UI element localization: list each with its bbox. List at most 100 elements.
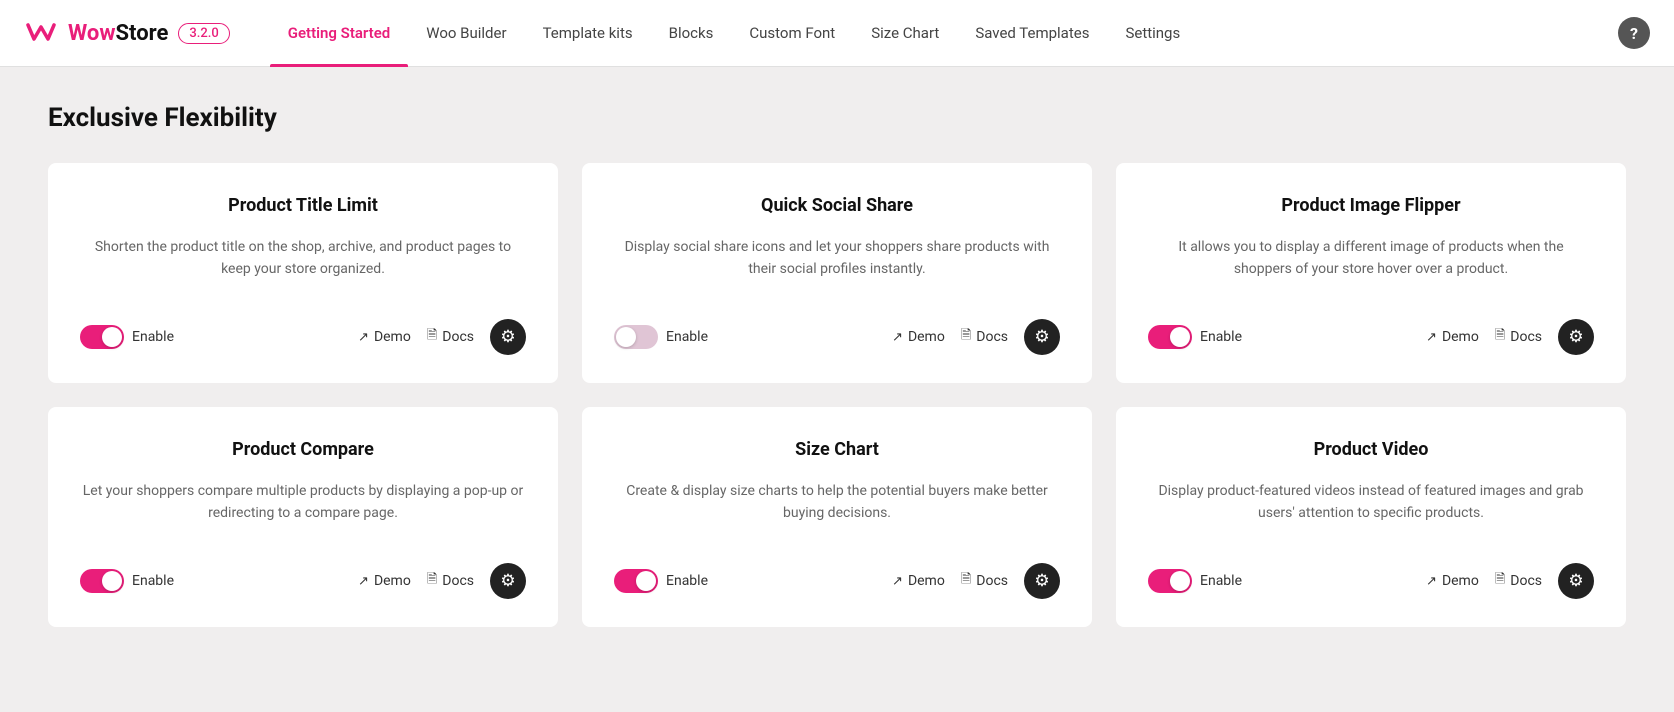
- docs-link-product-image-flipper[interactable]: 🗎 Docs: [1495, 326, 1542, 348]
- card-actions: ↗ Demo 🗎 Docs ⚙: [358, 319, 526, 355]
- card-product-image-flipper: Product Image Flipper It allows you to d…: [1116, 163, 1626, 383]
- docs-icon: 🗎: [1495, 326, 1505, 348]
- docs-label: Docs: [1510, 329, 1542, 345]
- card-title: Product Compare: [80, 439, 526, 460]
- docs-icon: 🗎: [427, 570, 437, 592]
- header-right: ?: [1618, 17, 1650, 49]
- external-link-icon: ↗: [892, 330, 903, 345]
- demo-link-product-image-flipper[interactable]: ↗ Demo: [1426, 329, 1479, 345]
- docs-label: Docs: [442, 573, 474, 589]
- toggle-wrap: Enable: [614, 325, 708, 349]
- demo-label: Demo: [374, 573, 411, 589]
- card-footer: Enable ↗ Demo 🗎 Docs ⚙: [614, 319, 1060, 355]
- nav-item-woo-builder[interactable]: Woo Builder: [408, 0, 524, 67]
- docs-icon: 🗎: [961, 326, 971, 348]
- card-actions: ↗ Demo 🗎 Docs ⚙: [892, 319, 1060, 355]
- toggle-wrap: Enable: [614, 569, 708, 593]
- card-product-title-limit: Product Title Limit Shorten the product …: [48, 163, 558, 383]
- settings-button-product-video[interactable]: ⚙: [1558, 563, 1594, 599]
- settings-button-product-compare[interactable]: ⚙: [490, 563, 526, 599]
- settings-button-product-title-limit[interactable]: ⚙: [490, 319, 526, 355]
- enable-label: Enable: [132, 573, 174, 589]
- card-quick-social-share: Quick Social Share Display social share …: [582, 163, 1092, 383]
- card-desc: It allows you to display a different ima…: [1148, 236, 1594, 291]
- nav-item-template-kits[interactable]: Template kits: [525, 0, 651, 67]
- docs-label: Docs: [976, 329, 1008, 345]
- card-desc: Create & display size charts to help the…: [614, 480, 1060, 535]
- docs-label: Docs: [442, 329, 474, 345]
- card-footer: Enable ↗ Demo 🗎 Docs ⚙: [1148, 563, 1594, 599]
- gear-icon: ⚙: [1034, 327, 1049, 347]
- docs-link-size-chart[interactable]: 🗎 Docs: [961, 570, 1008, 592]
- enable-label: Enable: [666, 329, 708, 345]
- logo: WowStore 3.2.0: [24, 19, 230, 47]
- toggle-product-video[interactable]: [1148, 569, 1192, 593]
- card-size-chart: Size Chart Create & display size charts …: [582, 407, 1092, 627]
- card-footer: Enable ↗ Demo 🗎 Docs ⚙: [80, 563, 526, 599]
- card-desc: Display social share icons and let your …: [614, 236, 1060, 291]
- toggle-quick-social-share[interactable]: [614, 325, 658, 349]
- toggle-knob: [616, 327, 636, 347]
- toggle-knob: [102, 571, 122, 591]
- demo-link-quick-social-share[interactable]: ↗ Demo: [892, 329, 945, 345]
- card-actions: ↗ Demo 🗎 Docs ⚙: [358, 563, 526, 599]
- nav-item-getting-started[interactable]: Getting Started: [270, 0, 408, 67]
- card-product-compare: Product Compare Let your shoppers compar…: [48, 407, 558, 627]
- card-actions: ↗ Demo 🗎 Docs ⚙: [892, 563, 1060, 599]
- card-title: Size Chart: [614, 439, 1060, 460]
- toggle-product-title-limit[interactable]: [80, 325, 124, 349]
- card-title: Quick Social Share: [614, 195, 1060, 216]
- logo-wow: Wow: [68, 21, 116, 46]
- card-desc: Display product-featured videos instead …: [1148, 480, 1594, 535]
- docs-icon: 🗎: [427, 326, 437, 348]
- toggle-product-compare[interactable]: [80, 569, 124, 593]
- toggle-product-image-flipper[interactable]: [1148, 325, 1192, 349]
- docs-label: Docs: [1510, 573, 1542, 589]
- external-link-icon: ↗: [1426, 574, 1437, 589]
- demo-label: Demo: [374, 329, 411, 345]
- card-footer: Enable ↗ Demo 🗎 Docs ⚙: [1148, 319, 1594, 355]
- nav-item-size-chart[interactable]: Size Chart: [853, 0, 957, 67]
- gear-icon: ⚙: [500, 571, 515, 591]
- settings-button-size-chart[interactable]: ⚙: [1024, 563, 1060, 599]
- toggle-knob: [102, 327, 122, 347]
- docs-icon: 🗎: [1495, 570, 1505, 592]
- nav-item-blocks[interactable]: Blocks: [651, 0, 732, 67]
- external-link-icon: ↗: [1426, 330, 1437, 345]
- toggle-wrap: Enable: [1148, 569, 1242, 593]
- toggle-wrap: Enable: [80, 569, 174, 593]
- version-badge: 3.2.0: [178, 23, 229, 44]
- cards-grid: Product Title Limit Shorten the product …: [48, 163, 1626, 627]
- enable-label: Enable: [132, 329, 174, 345]
- docs-link-product-title-limit[interactable]: 🗎 Docs: [427, 326, 474, 348]
- gear-icon: ⚙: [1568, 327, 1583, 347]
- demo-link-product-compare[interactable]: ↗ Demo: [358, 573, 411, 589]
- help-button[interactable]: ?: [1618, 17, 1650, 49]
- card-desc: Shorten the product title on the shop, a…: [80, 236, 526, 291]
- card-title: Product Image Flipper: [1148, 195, 1594, 216]
- toggle-wrap: Enable: [80, 325, 174, 349]
- demo-link-product-title-limit[interactable]: ↗ Demo: [358, 329, 411, 345]
- gear-icon: ⚙: [1568, 571, 1583, 591]
- settings-button-quick-social-share[interactable]: ⚙: [1024, 319, 1060, 355]
- docs-link-product-video[interactable]: 🗎 Docs: [1495, 570, 1542, 592]
- docs-link-product-compare[interactable]: 🗎 Docs: [427, 570, 474, 592]
- demo-link-product-video[interactable]: ↗ Demo: [1426, 573, 1479, 589]
- toggle-knob: [1170, 571, 1190, 591]
- docs-link-quick-social-share[interactable]: 🗎 Docs: [961, 326, 1008, 348]
- settings-button-product-image-flipper[interactable]: ⚙: [1558, 319, 1594, 355]
- toggle-wrap: Enable: [1148, 325, 1242, 349]
- demo-label: Demo: [908, 573, 945, 589]
- demo-label: Demo: [1442, 329, 1479, 345]
- card-title: Product Title Limit: [80, 195, 526, 216]
- card-footer: Enable ↗ Demo 🗎 Docs ⚙: [614, 563, 1060, 599]
- toggle-knob: [636, 571, 656, 591]
- demo-link-size-chart[interactable]: ↗ Demo: [892, 573, 945, 589]
- header: WowStore 3.2.0 Getting StartedWoo Builde…: [0, 0, 1674, 67]
- toggle-size-chart[interactable]: [614, 569, 658, 593]
- nav-item-settings[interactable]: Settings: [1107, 0, 1198, 67]
- nav-item-custom-font[interactable]: Custom Font: [731, 0, 853, 67]
- gear-icon: ⚙: [500, 327, 515, 347]
- external-link-icon: ↗: [892, 574, 903, 589]
- nav-item-saved-templates[interactable]: Saved Templates: [957, 0, 1107, 67]
